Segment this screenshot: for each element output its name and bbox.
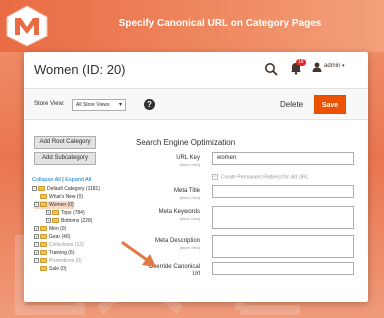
add-root-category-button[interactable]: Add Root Category — [34, 136, 96, 149]
folder-icon — [40, 250, 47, 256]
folder-icon — [40, 266, 47, 272]
folder-icon — [52, 210, 59, 216]
help-icon[interactable]: ? — [144, 99, 155, 110]
save-button[interactable]: Save — [314, 95, 346, 114]
tree-item[interactable]: − Default Category (1181) — [32, 185, 100, 193]
url-key-input[interactable]: women — [212, 152, 354, 165]
tree-item[interactable]: + Promotions (0) — [34, 257, 82, 265]
redirect-checkbox[interactable]: ✓ — [212, 174, 218, 180]
redirect-option: ✓ Create Permanent Redirect for old URL — [212, 174, 309, 180]
delete-button[interactable]: Delete — [280, 100, 303, 109]
redirect-label: Create Permanent Redirect for old URL — [221, 174, 309, 181]
folder-icon — [38, 186, 45, 192]
collapse-icon[interactable]: − — [34, 202, 39, 208]
brand-logo — [6, 5, 48, 47]
tree-item[interactable]: + Gear (46) — [34, 233, 70, 241]
meta-keywords-textarea[interactable] — [212, 206, 354, 229]
banner-title: Specify Canonical URL on Category Pages — [118, 18, 322, 29]
page-title: Women (ID: 20) — [34, 62, 126, 77]
folder-icon — [40, 202, 47, 208]
meta-keywords-label: Meta Keywords [store view] — [130, 209, 200, 221]
expand-icon[interactable]: + — [34, 242, 39, 248]
store-view-value: All Store Views — [76, 102, 110, 108]
expand-icon[interactable]: + — [34, 250, 39, 256]
tree-item[interactable]: + Collections (13) — [34, 241, 84, 249]
tree-item[interactable]: Sale (0) — [40, 265, 67, 273]
tree-item[interactable]: + Bottoms (228) — [46, 217, 92, 225]
tree-item[interactable]: What's New (0) — [40, 193, 83, 201]
chevron-down-icon: ▾ — [118, 102, 122, 108]
expand-icon[interactable]: + — [46, 218, 51, 224]
folder-icon — [40, 226, 47, 232]
meta-description-textarea[interactable] — [212, 235, 354, 258]
expand-icon[interactable]: + — [34, 234, 39, 240]
folder-icon — [40, 234, 47, 240]
store-view-select[interactable]: All Store Views ▾ — [72, 99, 126, 111]
tree-item[interactable]: + Training (6) — [34, 249, 74, 257]
add-subcategory-button[interactable]: Add Subcategory — [34, 152, 96, 165]
store-view-label: Store View: — [34, 101, 65, 107]
tree-controls-separator: | — [62, 177, 64, 183]
expand-all-link[interactable]: Expand All — [65, 177, 91, 183]
section-title: Search Engine Optimization — [136, 138, 236, 147]
folder-icon — [52, 218, 59, 224]
tree-item-selected[interactable]: − Women (0) — [34, 201, 74, 209]
collapse-all-link[interactable]: Collapse All — [32, 177, 61, 183]
url-key-label: URL Key [store view] — [130, 155, 200, 167]
collapse-icon[interactable]: − — [32, 186, 37, 192]
page-actions-bar: Store View: All Store Views ▾ ? Delete S… — [24, 88, 368, 120]
folder-icon — [40, 242, 47, 248]
tree-controls: Collapse All | Expand All — [32, 177, 91, 183]
tree-item[interactable]: + Tops (784) — [46, 209, 85, 217]
user-menu[interactable]: admin — [324, 63, 340, 69]
notification-badge: 18 — [296, 59, 306, 66]
chevron-down-icon[interactable]: ▾ — [342, 63, 345, 69]
banner: Specify Canonical URL on Category Pages — [0, 0, 384, 52]
expand-icon[interactable]: + — [34, 258, 39, 264]
user-icon[interactable] — [312, 62, 322, 72]
override-canonical-url-input[interactable] — [212, 262, 354, 275]
search-icon[interactable] — [264, 62, 278, 76]
expand-icon[interactable]: + — [34, 226, 39, 232]
meta-title-label: Meta Title [store view] — [130, 188, 200, 200]
scope-label: [store view] — [179, 162, 200, 167]
arrow-annotation-icon — [121, 241, 156, 267]
folder-icon — [40, 194, 47, 200]
scope-label: [store view] — [179, 195, 200, 200]
scope-label: [store view] — [179, 216, 200, 221]
folder-icon — [40, 258, 47, 264]
expand-icon[interactable]: + — [46, 210, 51, 216]
tree-item[interactable]: + Men (0) — [34, 225, 66, 233]
admin-panel: Women (ID: 20) 18 admin ▾ Store View: Al… — [24, 52, 368, 302]
meta-title-input[interactable] — [212, 185, 354, 198]
